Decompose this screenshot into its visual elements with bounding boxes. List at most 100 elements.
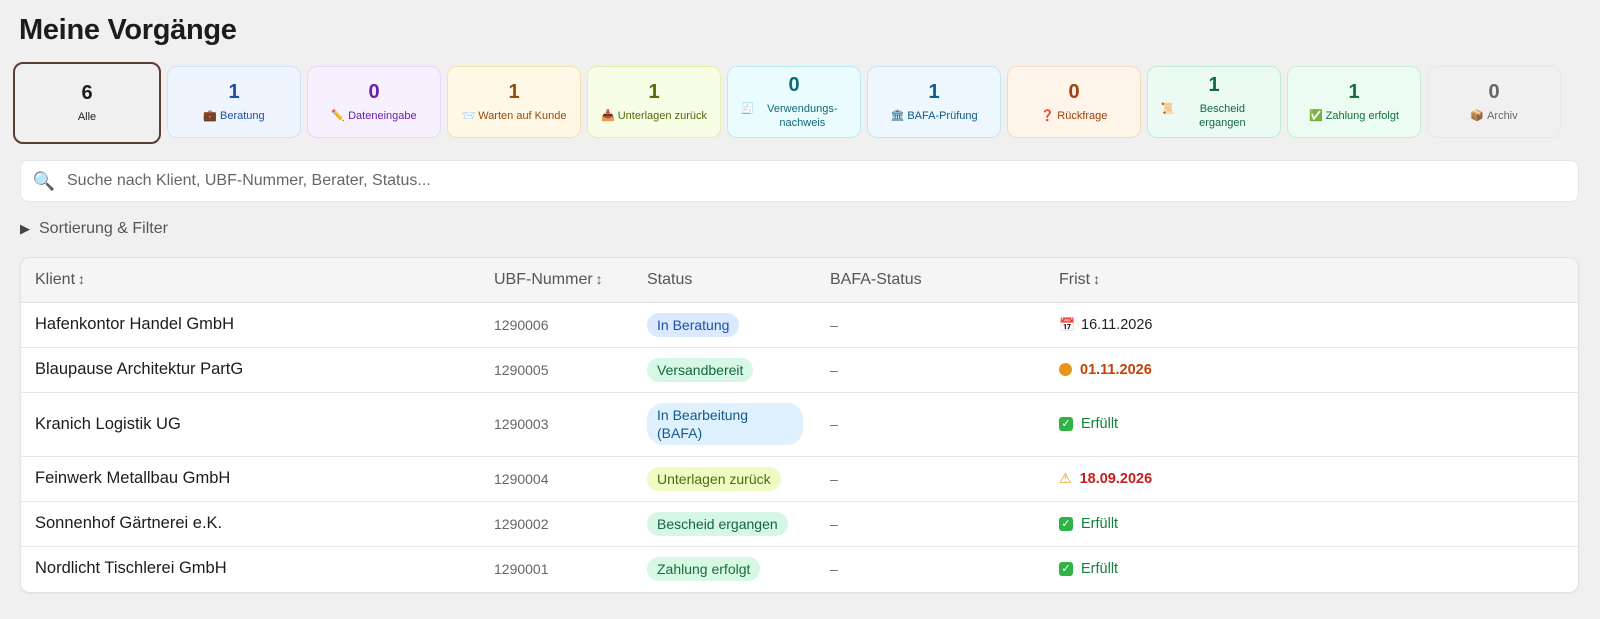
filter-card-warten-auf-kunde[interactable]: 1 📨 Warten auf Kunde: [447, 66, 581, 138]
table-row[interactable]: Feinwerk Metallbau GmbH 1290004 Unterlagen…: [21, 456, 1578, 502]
inbox-tray-icon: 📥: [601, 110, 615, 122]
sort-icon: ↕: [78, 270, 86, 287]
status-badge: In Bearbeitung (BAFA): [647, 403, 803, 445]
frist-cell: 📅 16.11.2026: [1045, 302, 1578, 348]
header-client[interactable]: Klient ↕: [21, 258, 480, 303]
table-row[interactable]: Sonnenhof Gärtnerei e.K. 1290002 Bescheid …: [21, 501, 1578, 547]
header-bafa-status: BAFA-Status: [816, 258, 1045, 303]
card-label: ✅ Zahlung erfolgt: [1309, 109, 1399, 123]
filter-card-bafa-pruefung[interactable]: 1 🏛 BAFA-Prüfung: [867, 66, 1001, 138]
filter-card-bescheid-ergangen[interactable]: 1 📜 Bescheid ergangen: [1147, 66, 1281, 138]
card-count: 0: [1488, 81, 1500, 103]
table-row[interactable]: Nordlicht Tischlerei GmbH 1290001 Zahlung …: [21, 546, 1578, 591]
warning-icon: ⚠: [1059, 470, 1072, 486]
card-label: Alle: [78, 110, 96, 124]
card-label: 🏛 BAFA-Prüfung: [890, 109, 977, 123]
status-badge: Zahlung erfolgt: [647, 556, 761, 581]
filter-card-archiv[interactable]: 0 📦 Archiv: [1427, 66, 1561, 138]
calendar-icon: 📅: [1059, 316, 1076, 332]
triangle-right-icon: ▶: [20, 221, 30, 236]
table-row[interactable]: Kranich Logistik UG 1290003 In Bearbeitung…: [21, 392, 1578, 457]
frist-text: Erfüllt: [1081, 416, 1119, 432]
inbox-icon: 📨: [461, 110, 476, 122]
card-label: 📦 Archiv: [1470, 109, 1517, 123]
frist-value: ✓ Erfüllt: [1059, 561, 1578, 577]
card-label: 🧾 Verwendungs-nachweis: [741, 102, 848, 130]
orange-dot-icon: [1059, 363, 1072, 376]
scroll-icon: 📜: [1160, 103, 1175, 115]
header-ubf[interactable]: UBF-Nummer ↕: [480, 258, 633, 303]
frist-text: Erfüllt: [1081, 515, 1119, 532]
bafa-status: –: [816, 347, 1045, 393]
status-badge: Versandbereit: [647, 357, 754, 382]
sort-filter-label: Sortierung & Filter: [39, 220, 168, 237]
search-input[interactable]: [67, 161, 1578, 201]
frist-text: 01.11.2026: [1080, 361, 1152, 378]
card-label: ❓ Rückfrage: [1041, 109, 1108, 123]
frist-text: 16.11.2026: [1081, 316, 1153, 333]
sort-icon: ↕: [1093, 270, 1101, 287]
briefcase-icon: 💼: [203, 110, 218, 122]
status-filter-cards: 6 Alle 1 💼 Beratung 0 ✏️ Dateneingabe 1 📨 Warte…: [13, 62, 1561, 144]
card-count: 1: [1348, 81, 1360, 103]
check-icon: ✓: [1059, 516, 1073, 531]
cases-table: Klient ↕ UBF-Nummer ↕ Status BAFA-Status F…: [20, 257, 1579, 593]
question-icon: ❓: [1040, 110, 1055, 122]
client-name: Sonnenhof Gärtnerei e.K.: [21, 501, 480, 547]
check-icon: ✓: [1059, 561, 1073, 576]
card-count: 1: [928, 81, 940, 103]
card-count: 0: [368, 81, 380, 103]
sort-filter-toggle[interactable]: ▶ Sortierung & Filter: [20, 220, 168, 238]
header-frist[interactable]: Frist ↕: [1045, 258, 1578, 303]
bafa-status: –: [816, 501, 1045, 547]
page-title: Meine Vorgänge: [19, 14, 237, 46]
card-count: 1: [1208, 74, 1220, 96]
bafa-status: –: [816, 392, 1045, 457]
card-count: 1: [648, 81, 660, 103]
filter-card-verwendungsnachweis[interactable]: 0 🧾 Verwendungs-nachweis: [727, 66, 861, 138]
frist-cell: ✓ Erfüllt: [1045, 546, 1578, 591]
card-label-text: Rückfrage: [1057, 110, 1108, 122]
card-label-text: Archiv: [1487, 110, 1518, 122]
client-name: Feinwerk Metallbau GmbH: [21, 456, 480, 502]
status-badge: Bescheid ergangen: [647, 511, 788, 536]
card-label-text: Beratung: [220, 110, 265, 122]
filter-card-beratung[interactable]: 1 💼 Beratung: [167, 66, 301, 138]
frist-cell: ✓ Erfüllt: [1045, 392, 1578, 457]
card-label-text: Unterlagen zurück: [617, 110, 707, 122]
client-name: Nordlicht Tischlerei GmbH: [35, 559, 227, 578]
search-bar: 🔍: [20, 160, 1579, 202]
bafa-status: –: [816, 302, 1045, 348]
status-cell: In Beratung: [633, 302, 816, 348]
card-label-text: BAFA-Prüfung: [907, 110, 978, 122]
card-label-text: Alle: [77, 111, 97, 123]
status-cell: Bescheid ergangen: [633, 501, 816, 547]
search-icon: 🔍: [32, 170, 56, 191]
filter-card-zahlung-erfolgt[interactable]: 1 ✅ Zahlung erfolgt: [1287, 66, 1421, 138]
filter-card-dateneingabe[interactable]: 0 ✏️ Dateneingabe: [307, 66, 441, 138]
check-icon: ✅: [1308, 110, 1323, 122]
ubf-number: 1290001: [494, 560, 549, 577]
card-label: ✏️ Dateneingabe: [331, 109, 416, 123]
card-count: 1: [508, 81, 520, 103]
table-row[interactable]: Hafenkontor Handel GmbH 1290006 In Beratun…: [21, 302, 1578, 348]
filter-card-rueckfrage[interactable]: 0 ❓ Rückfrage: [1007, 66, 1141, 138]
card-label: 📨 Warten auf Kunde: [462, 109, 567, 123]
card-label-text: Zahlung erfolgt: [1325, 110, 1400, 122]
client-name: Blaupause Architektur PartG: [21, 347, 480, 393]
bafa-status: –: [816, 456, 1045, 502]
frist-value: ⚠ 18.09.2026: [1059, 470, 1578, 487]
filter-card-alle[interactable]: 6 Alle: [13, 62, 161, 144]
status-cell: Versandbereit: [633, 347, 816, 393]
frist-text: Erfüllt: [1081, 560, 1119, 577]
table-row[interactable]: Blaupause Architektur PartG 1290005 Versan…: [21, 347, 1578, 393]
card-label-text: Dateneingabe: [348, 110, 417, 122]
frist-value: ✓ Erfüllt: [1059, 516, 1578, 532]
filter-card-unterlagen-zurueck[interactable]: 1 📥 Unterlagen zurück: [587, 66, 721, 138]
frist-value: 01.11.2026: [1059, 362, 1578, 378]
table-header-row: Klient ↕ UBF-Nummer ↕ Status BAFA-Status F…: [21, 258, 1578, 303]
frist-text: 18.09.2026: [1079, 470, 1153, 487]
client-name: Kranich Logistik UG: [21, 392, 480, 457]
pencil-icon: ✏️: [331, 110, 346, 122]
status-cell: In Bearbeitung (BAFA): [633, 392, 816, 457]
